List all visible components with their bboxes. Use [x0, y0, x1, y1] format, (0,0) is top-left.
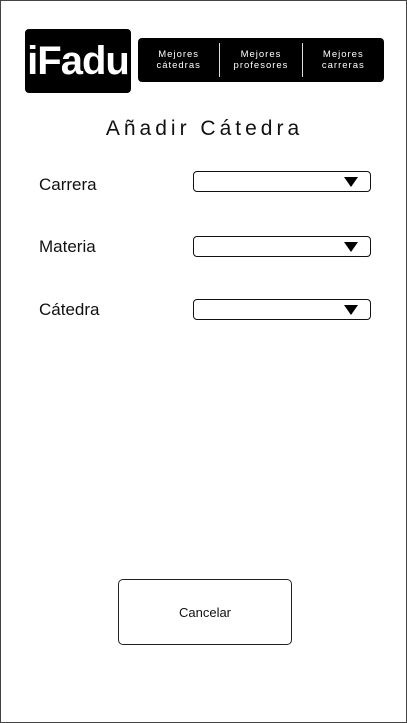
top-nav: Mejores cátedras Mejores profesores Mejo… [138, 38, 384, 82]
chevron-down-icon [344, 177, 358, 187]
materia-label: Materia [39, 237, 96, 256]
chevron-down-icon [344, 242, 358, 252]
carrera-select[interactable] [193, 171, 371, 192]
catedra-select[interactable] [193, 299, 371, 320]
materia-select[interactable] [193, 236, 371, 257]
catedra-label: Cátedra [39, 300, 100, 319]
nav-item-mejores-profesores[interactable]: Mejores profesores [220, 49, 301, 71]
chevron-down-icon [344, 305, 358, 315]
cancel-button[interactable]: Cancelar [118, 579, 292, 645]
nav-item-mejores-catedras[interactable]: Mejores cátedras [138, 49, 219, 71]
cancel-button-label: Cancelar [178, 604, 232, 620]
app-frame: iFadu Mejores cátedras Mejores profesore… [0, 0, 407, 723]
logo-text: iFadu [27, 38, 130, 83]
page-title: Añadir Cátedra [105, 117, 304, 140]
nav-item-mejores-carreras[interactable]: Mejores carreras [303, 49, 384, 71]
ifadu-logo[interactable]: iFadu [25, 29, 131, 93]
carrera-label: Carrera [39, 175, 97, 194]
